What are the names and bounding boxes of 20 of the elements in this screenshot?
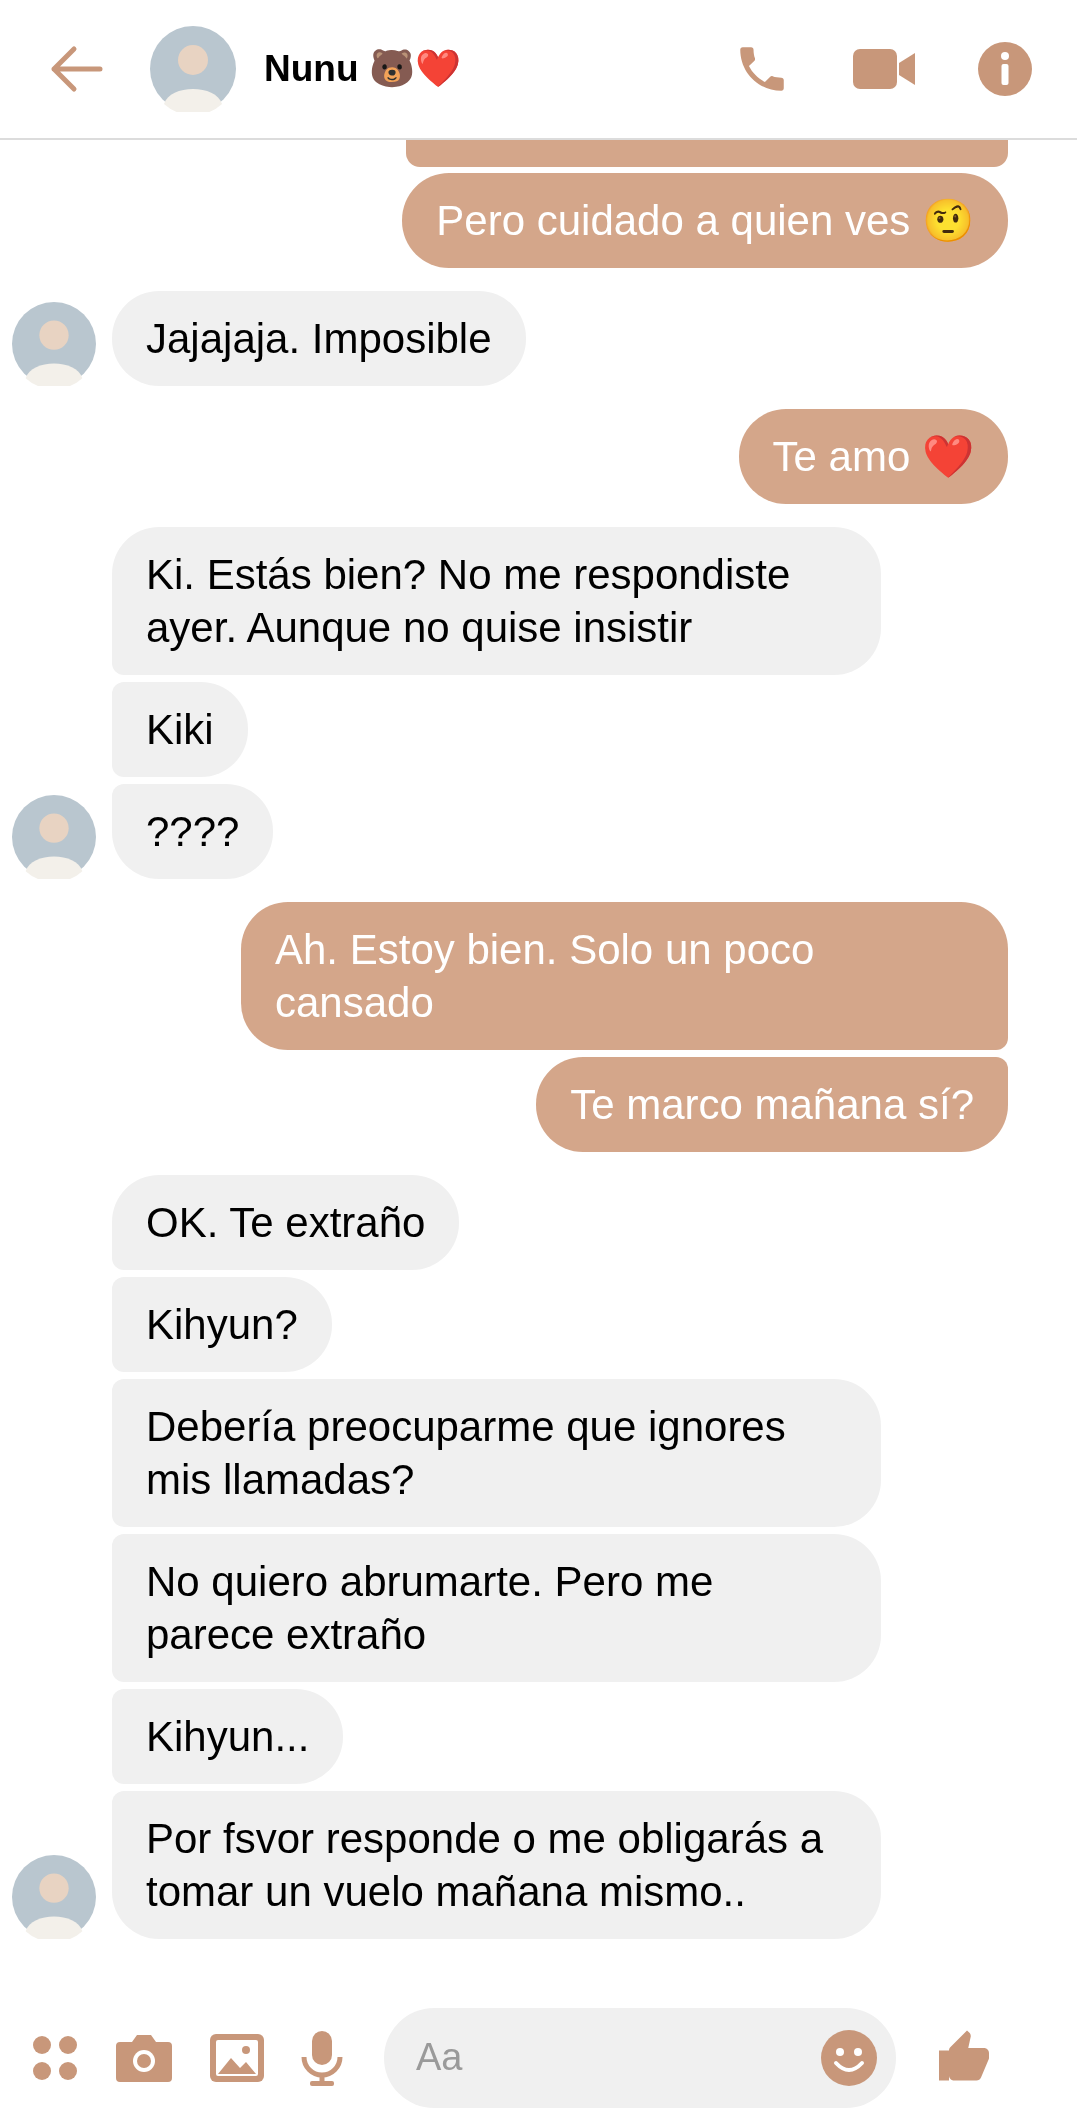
message-bubble: No quiero abrumarte. Pero me parece extraño [112,1534,881,1682]
message-bubble: Te amo ❤ [738,409,1008,504]
message-bubble: Por fsvor responde o me obligarás a tomar un vuelo mañana mismo.. [112,1791,881,1939]
message-bubble: Kiki [112,682,248,777]
message-bubble: OK. Te extraño [112,1175,460,1270]
message-input-field[interactable]: Aa [384,2007,896,2108]
info-icon[interactable] [977,41,1033,97]
microphone-icon[interactable] [300,2028,344,2087]
emoji-icon[interactable] [820,2028,878,2087]
message-bubble: Te marco mañana sí? [536,1057,1008,1152]
message-bubble: Debería preocuparme que ignores mis llamadas? [112,1379,881,1527]
message-bubble: Kihyun... [112,1689,344,1784]
message-bubble: ???? [112,784,274,879]
message-bubble: Ah. Estoy bien. Solo un poco cansado [241,902,1008,1050]
message-bubble: Jajajaja. Imposible [112,291,526,386]
message-bubble: Pero cuidado a quien ves 🤨 [402,173,1008,268]
image-icon[interactable] [208,2031,266,2084]
contact-name: Nunu 🐻❤ [264,47,461,92]
message-bubble: Ki. Estás bien? No me respondiste ayer. Aunque no quise insistir [112,527,881,675]
message-bubble: Kihyun? [112,1277,332,1372]
